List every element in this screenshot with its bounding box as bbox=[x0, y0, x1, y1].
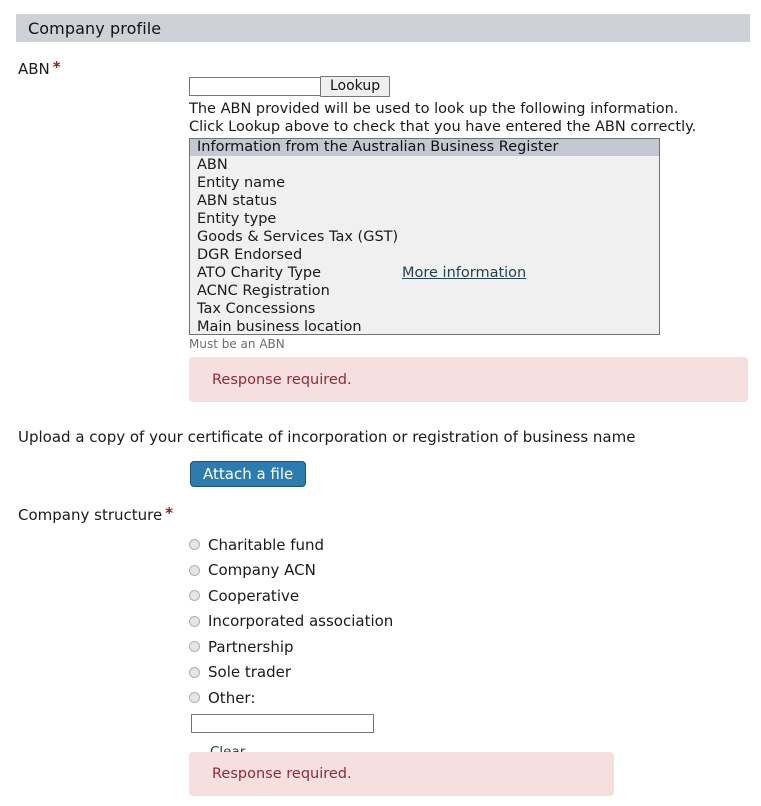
abr-row-label: ATO Charity Type bbox=[197, 265, 322, 281]
abr-row: ABN status bbox=[190, 192, 659, 210]
abr-row: Entity name bbox=[190, 174, 659, 192]
abn-label-text: ABN bbox=[18, 60, 50, 78]
radio-button-icon[interactable] bbox=[189, 539, 200, 551]
abr-row-label: ABN status bbox=[197, 193, 277, 209]
required-asterisk: * bbox=[165, 504, 174, 522]
abn-help-line-1: The ABN provided will be used to look up… bbox=[189, 101, 679, 117]
radio-button-icon[interactable] bbox=[189, 590, 200, 602]
abn-input[interactable] bbox=[189, 77, 320, 96]
abr-row: ACNC Registration bbox=[190, 282, 659, 300]
abr-info-box: Information from the Australian Business… bbox=[189, 138, 660, 335]
abr-row: Tax Concessions bbox=[190, 300, 659, 318]
radio-button-icon[interactable] bbox=[189, 615, 200, 627]
company-structure-error-message: Response required. bbox=[189, 752, 614, 796]
radio-option-label[interactable]: Other: bbox=[208, 689, 255, 707]
upload-label: Upload a copy of your certificate of inc… bbox=[18, 428, 636, 446]
radio-option-cooperative[interactable]: Cooperative bbox=[189, 583, 393, 609]
abr-row-label: Main business location bbox=[197, 319, 362, 335]
abr-row: Entity type bbox=[190, 210, 659, 228]
abr-row: ATO Charity Type More information bbox=[190, 264, 659, 282]
company-structure-radio-group: Charitable fund Company ACN Cooperative … bbox=[189, 532, 393, 760]
radio-button-icon[interactable] bbox=[189, 641, 200, 653]
more-information-link[interactable]: More information bbox=[402, 264, 526, 282]
abn-error-text: Response required. bbox=[212, 371, 352, 388]
abn-help-text: The ABN provided will be used to look up… bbox=[189, 101, 696, 136]
radio-option-label[interactable]: Cooperative bbox=[208, 587, 299, 605]
abn-hint-text: Must be an ABN bbox=[189, 337, 285, 351]
radio-button-icon[interactable] bbox=[189, 692, 200, 704]
abr-row-label: Goods & Services Tax (GST) bbox=[197, 229, 399, 245]
abr-row: Main business location bbox=[190, 318, 659, 335]
radio-option-label[interactable]: Incorporated association bbox=[208, 612, 393, 630]
abr-row: DGR Endorsed bbox=[190, 246, 659, 264]
abr-row-label: ACNC Registration bbox=[197, 283, 330, 299]
page-title: Company profile bbox=[28, 18, 162, 38]
company-structure-label-text: Company structure bbox=[18, 506, 163, 524]
radio-option-label[interactable]: Partnership bbox=[208, 638, 294, 656]
required-asterisk: * bbox=[52, 58, 61, 76]
abr-row-label: Entity name bbox=[197, 175, 286, 191]
abr-row-label: Entity type bbox=[197, 211, 277, 227]
abn-label: ABN * bbox=[18, 58, 61, 79]
radio-option-charitable-fund[interactable]: Charitable fund bbox=[189, 532, 393, 558]
lookup-button[interactable]: Lookup bbox=[320, 76, 391, 97]
radio-option-sole-trader[interactable]: Sole trader bbox=[189, 660, 393, 686]
abr-row-label: Tax Concessions bbox=[197, 301, 316, 317]
company-structure-label: Company structure * bbox=[18, 504, 174, 525]
abr-row-label: DGR Endorsed bbox=[197, 247, 303, 263]
abn-error-message: Response required. bbox=[189, 357, 748, 402]
radio-button-icon[interactable] bbox=[189, 666, 200, 678]
radio-option-label[interactable]: Sole trader bbox=[208, 663, 291, 681]
abr-info-box-header: Information from the Australian Business… bbox=[190, 139, 659, 156]
radio-option-partnership[interactable]: Partnership bbox=[189, 634, 393, 660]
abr-row: ABN bbox=[190, 156, 659, 174]
radio-option-label[interactable]: Charitable fund bbox=[208, 536, 324, 554]
radio-button-icon[interactable] bbox=[189, 564, 200, 576]
radio-option-label[interactable]: Company ACN bbox=[208, 561, 316, 579]
radio-option-incorporated-association[interactable]: Incorporated association bbox=[189, 609, 393, 635]
abn-input-row: Lookup bbox=[189, 76, 391, 97]
abr-row-label: ABN bbox=[197, 157, 228, 173]
section-header: Company profile bbox=[16, 14, 750, 42]
other-structure-input[interactable] bbox=[191, 713, 374, 733]
radio-option-other[interactable]: Other: bbox=[189, 685, 393, 711]
radio-option-company-acn[interactable]: Company ACN bbox=[189, 558, 393, 584]
company-structure-error-text: Response required. bbox=[212, 766, 352, 782]
abr-row: Goods & Services Tax (GST) bbox=[190, 228, 659, 246]
abn-help-line-2: Click Lookup above to check that you hav… bbox=[189, 118, 697, 135]
attach-file-button[interactable]: Attach a file bbox=[190, 461, 307, 487]
